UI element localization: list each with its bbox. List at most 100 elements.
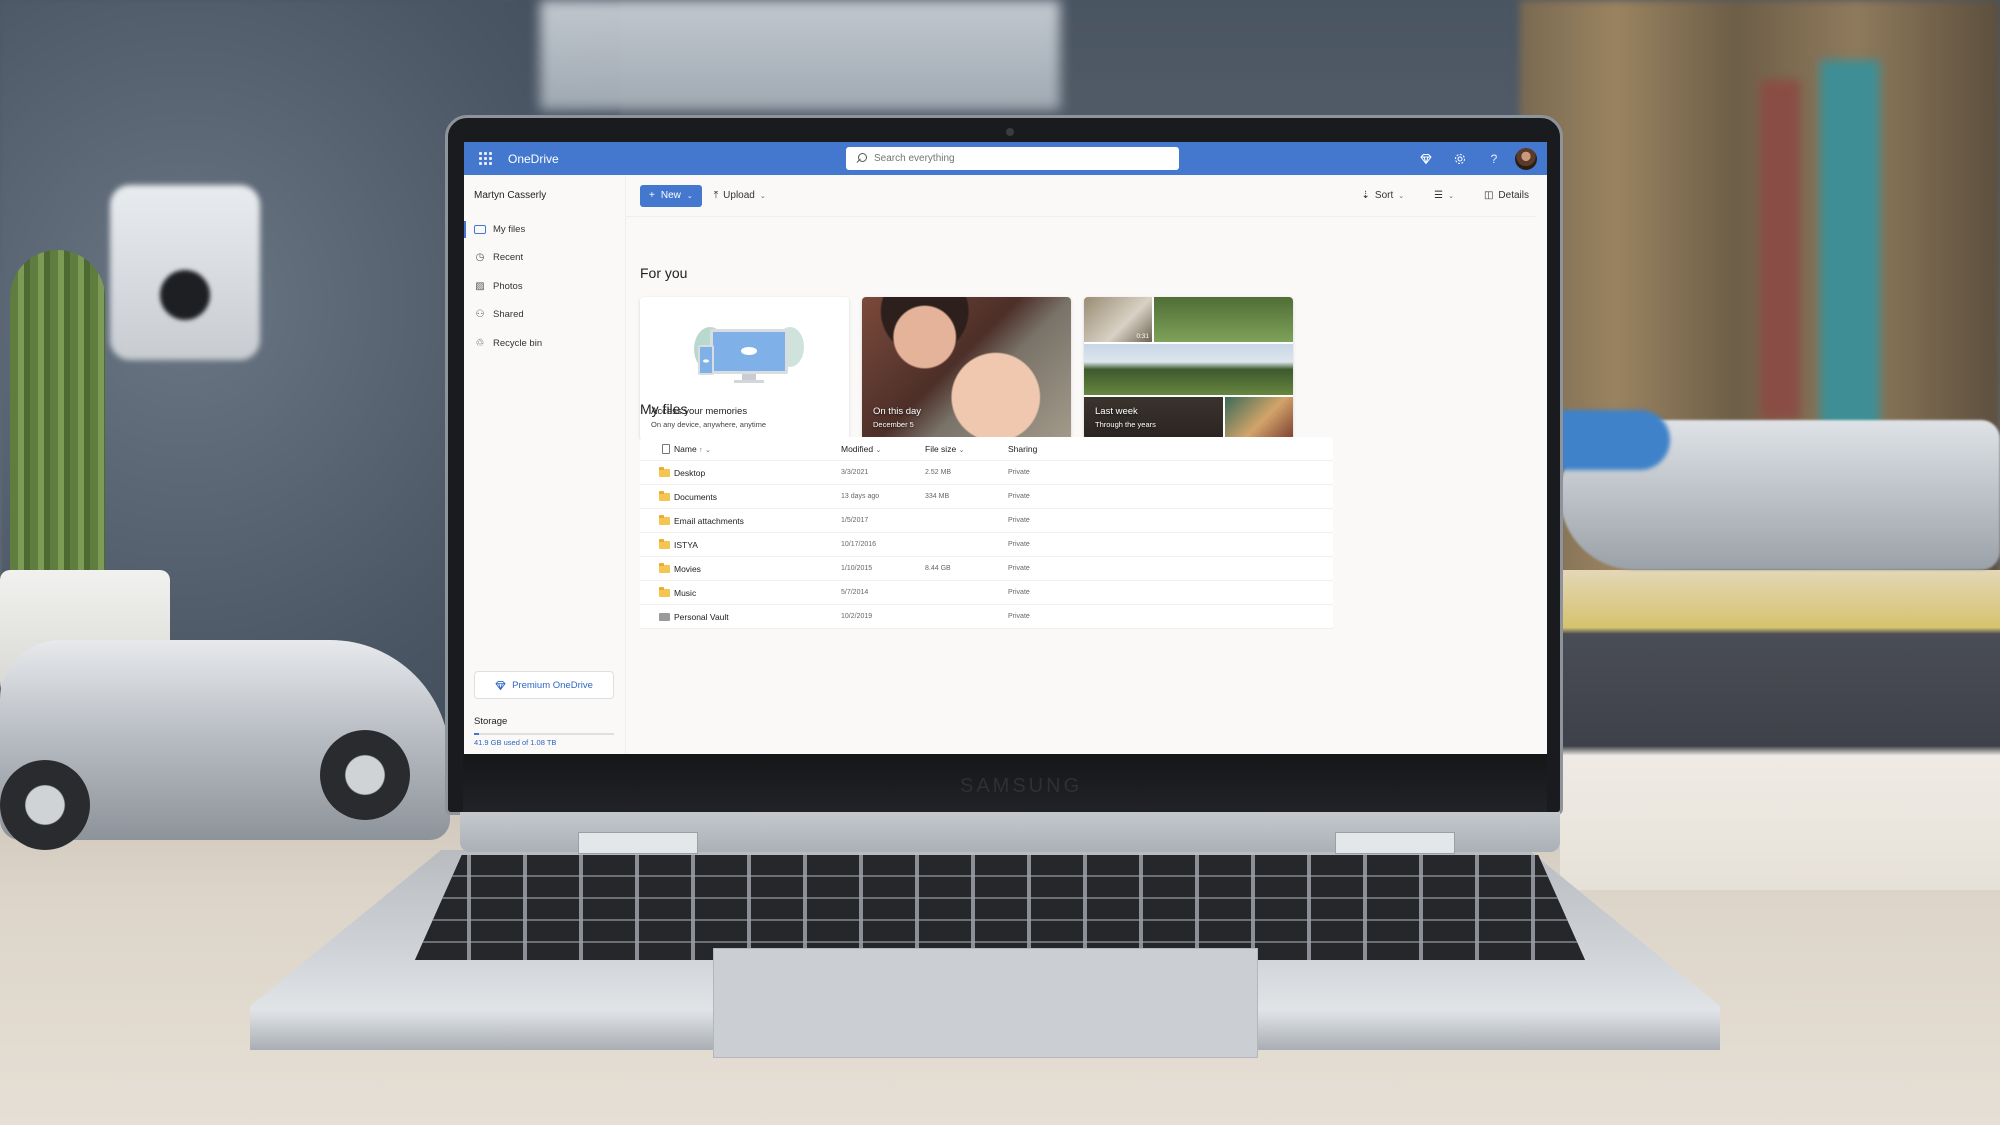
card-title: Last week [1095,406,1138,417]
table-row[interactable]: Music 5/7/2014 Private [640,581,1333,605]
webcam [1006,128,1014,136]
sharing-status: Private [1008,493,1030,500]
cactus [10,250,105,590]
sidebar-item-label: Recycle bin [493,337,543,349]
chevron-down-icon: ⌄ [1448,192,1454,200]
memories-card[interactable]: Access your memories On any device, anyw… [640,297,849,440]
card-subtitle: On any device, anywhere, anytime [651,420,767,429]
table-row[interactable]: Documents 13 days ago 334 MB Private [640,485,1333,509]
column-file-size[interactable]: File size ⌄ [925,444,1008,454]
sidebar-item-photos[interactable]: ▨ Photos [464,272,625,301]
list-view-icon: ☰ [1434,190,1444,201]
app-title[interactable]: OneDrive [508,152,559,166]
file-name[interactable]: Desktop [674,468,841,478]
premium-onedrive-button[interactable]: Premium OneDrive [474,671,614,699]
speaker-grille [160,270,210,320]
view-options-button[interactable]: ☰ ⌄ [1434,190,1454,201]
file-size: 8.44 GB [925,565,951,572]
upload-label: Upload [723,190,755,201]
folder-icon [659,490,670,501]
photo-thumbnail [1225,397,1293,440]
file-name[interactable]: Personal Vault [674,612,841,622]
file-name[interactable]: ISTYA [674,540,841,550]
upload-button[interactable]: ⤒ Upload ⌄ [714,190,766,201]
video-thumbnail: 0:31 [1084,297,1152,342]
table-header: Name ↑ ⌄ Modified ⌄ File size ⌄ Sharing [640,437,1333,461]
app-launcher-icon[interactable] [479,151,493,166]
modified-date: 1/10/2015 [841,565,873,572]
premium-label: Premium OneDrive [512,679,593,691]
sort-button[interactable]: ⇣ Sort ⌄ [1362,190,1405,201]
modified-date: 1/5/2017 [841,517,869,524]
for-you-heading: For you [640,265,688,281]
sharing-status: Private [1008,589,1030,596]
storage-heading: Storage [474,716,508,727]
folder-icon [659,466,670,477]
modified-date: 5/7/2014 [841,589,869,596]
file-name[interactable]: Movies [674,564,841,574]
file-name[interactable]: Music [674,588,841,598]
new-button[interactable]: + New ⌄ [640,184,702,207]
column-sharing[interactable]: Sharing [1008,444,1333,454]
column-name-label: Name [674,443,697,454]
video-duration: 0:31 [1136,333,1149,340]
details-button[interactable]: ◫ Details [1484,190,1529,201]
sort-label: Sort [1374,190,1394,201]
settings-gear-icon[interactable] [1443,142,1477,175]
table-row[interactable]: Email attachments 1/5/2017 Private [640,509,1333,533]
view-controls: ⇣ Sort ⌄ ☰ ⌄ ◫ Details [1350,190,1537,201]
command-bar: + New ⌄ ⤒ Upload ⌄ ⇣ Sort ⌄ ☰ ⌄ ◫ Detail… [626,175,1537,217]
storage-progress-bar [474,733,614,735]
card-subtitle: Through the years [1095,420,1156,429]
sidebar-item-shared[interactable]: ⚇ Shared [464,301,625,330]
sharing-status: Private [1008,541,1030,548]
memory-photo [862,297,1071,440]
file-name[interactable]: Documents [674,492,841,502]
plus-icon: + [649,190,655,201]
sidebar-item-my-files[interactable]: My files [464,215,625,244]
storage-usage-link[interactable]: 41.9 GB used of 1.08 TB [474,738,556,747]
chevron-down-icon: ⌄ [1398,192,1405,200]
card-title: On this day [873,406,922,417]
files-table: Name ↑ ⌄ Modified ⌄ File size ⌄ Sharing … [640,437,1333,629]
column-name[interactable]: Name ↑ ⌄ [674,444,841,454]
storage-progress-fill [474,733,480,735]
photo-thumbnail [1154,297,1293,342]
column-modified[interactable]: Modified ⌄ [841,444,925,454]
table-row[interactable]: Personal Vault 10/2/2019 Private [640,605,1333,629]
sidebar-item-recent[interactable]: ◷ Recent [464,244,625,273]
photo-thumbnail [1084,344,1293,395]
avatar[interactable] [1515,147,1537,170]
my-files-heading: My files [640,401,688,417]
folder-icon [659,562,670,573]
sidebar-item-label: Recent [493,252,524,264]
folder-icon [659,514,670,525]
hinge [578,832,698,854]
help-icon[interactable]: ? [1477,142,1511,175]
premium-diamond-icon [495,680,506,690]
sort-icon: ⇣ [1361,190,1370,201]
keyboard-rows [415,855,1585,960]
brand-logo: SAMSUNG [960,775,1083,797]
sidebar-item-label: Shared [493,309,524,321]
sidebar-item-recycle-bin[interactable]: ♲ Recycle bin [464,329,625,358]
search-input[interactable] [874,153,1154,164]
chevron-down-icon: ⌄ [759,192,766,200]
premium-diamond-icon[interactable] [1409,142,1443,175]
table-row[interactable]: Movies 1/10/2015 8.44 GB Private [640,557,1333,581]
file-name[interactable]: Email attachments [674,516,841,526]
upload-icon: ⤒ [713,190,719,201]
last-week-card[interactable]: 0:31 Last week Through the years [1084,297,1293,440]
main-content: + New ⌄ ⤒ Upload ⌄ ⇣ Sort ⌄ ☰ ⌄ ◫ Detail… [626,175,1547,754]
modified-date: 3/3/2021 [841,469,869,476]
table-row[interactable]: ISTYA 10/17/2016 Private [640,533,1333,557]
search-box[interactable] [846,147,1179,170]
file-size: 334 MB [925,493,950,500]
window [540,0,1060,110]
hinge [1335,832,1455,854]
app-header: OneDrive ? [464,142,1547,175]
on-this-day-card[interactable]: On this day December 5 [862,297,1071,440]
photo-icon: ▨ [475,280,485,292]
modified-date: 10/2/2019 [841,613,873,620]
table-row[interactable]: Desktop 3/3/2021 2.52 MB Private [640,461,1333,485]
